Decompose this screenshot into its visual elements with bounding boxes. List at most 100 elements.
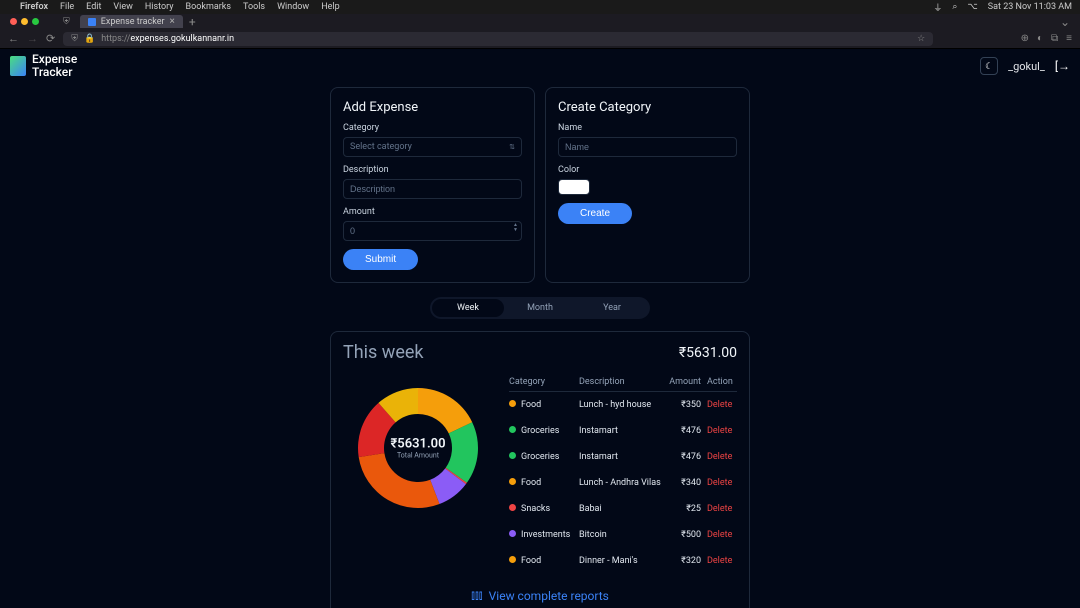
col-category: Category xyxy=(509,377,579,387)
browser-tabstrip: ⛨ Expense tracker × + ⌄ xyxy=(0,14,1080,29)
name-input[interactable] xyxy=(558,137,737,157)
week-total: ₹5631.00 xyxy=(679,345,737,361)
menu-bookmarks[interactable]: Bookmarks xyxy=(186,2,231,12)
new-tab-button[interactable]: + xyxy=(189,15,196,29)
color-picker[interactable] xyxy=(558,179,590,195)
row-description: Instamart xyxy=(579,452,661,462)
category-dot xyxy=(509,426,516,433)
table-row: Groceries Instamart ₹476 Delete xyxy=(509,418,737,444)
row-description: Instamart xyxy=(579,426,661,436)
tab-year[interactable]: Year xyxy=(576,299,648,317)
menu-firefox[interactable]: Firefox xyxy=(20,2,48,12)
week-title: This week xyxy=(343,342,424,363)
tab-week[interactable]: Week xyxy=(432,299,504,317)
browser-toolbar: ← → ⟳ ⛨ 🔒 https://expenses.gokulkannanr.… xyxy=(0,29,1080,49)
menu-file[interactable]: File xyxy=(60,2,74,12)
menu-window[interactable]: Window xyxy=(277,2,309,12)
col-amount: Amount xyxy=(661,377,701,387)
category-label: Category xyxy=(343,123,522,133)
extensions-icon[interactable]: ⧉ xyxy=(1051,33,1058,44)
row-description: Babai xyxy=(579,504,661,514)
theme-toggle-button[interactable]: ☾ xyxy=(980,57,998,75)
window-close-icon[interactable] xyxy=(10,18,17,25)
category-dot xyxy=(509,504,516,511)
table-row: Food Lunch - hyd house ₹350 Delete xyxy=(509,392,737,418)
window-minimize-icon[interactable] xyxy=(21,18,28,25)
username: _gokul_ xyxy=(1008,60,1045,73)
row-description: Dinner - Mani's xyxy=(579,556,661,566)
view-reports-link[interactable]: ⫾⫾⫾ View complete reports xyxy=(343,588,737,603)
table-row: Groceries Instamart ₹476 Delete xyxy=(509,444,737,470)
row-category: Groceries xyxy=(521,452,559,462)
delete-button[interactable]: Delete xyxy=(707,426,732,436)
back-icon[interactable]: ← xyxy=(8,32,19,45)
name-label: Name xyxy=(558,123,737,133)
forward-icon[interactable]: → xyxy=(27,32,38,45)
extension-icon[interactable]: ⊕ xyxy=(1021,33,1029,44)
delete-button[interactable]: Delete xyxy=(707,452,732,462)
row-description: Lunch - hyd house xyxy=(579,400,661,410)
donut-amount: ₹5631.00 xyxy=(390,437,445,452)
tab-title: Expense tracker xyxy=(101,17,165,27)
col-description: Description xyxy=(579,377,661,387)
star-icon[interactable]: ☆ xyxy=(917,34,925,44)
submit-button[interactable]: Submit xyxy=(343,249,418,270)
delete-button[interactable]: Delete xyxy=(707,400,732,410)
donut-slice xyxy=(359,454,440,509)
wifi-icon[interactable]: ⏚ xyxy=(933,1,942,14)
menu-view[interactable]: View xyxy=(113,2,132,12)
browser-tab[interactable]: Expense tracker × xyxy=(80,15,183,28)
logo-icon xyxy=(10,56,26,76)
create-category-card: Create Category Name Color Create xyxy=(545,87,750,283)
row-amount: ₹350 xyxy=(661,400,701,410)
shield-tracking-icon[interactable]: ⛨ xyxy=(71,34,78,44)
search-icon[interactable]: ⌕ xyxy=(952,2,957,12)
chevron-updown-icon: ⇅ xyxy=(509,143,515,151)
window-zoom-icon[interactable] xyxy=(32,18,39,25)
delete-button[interactable]: Delete xyxy=(707,556,732,566)
delete-button[interactable]: Delete xyxy=(707,478,732,488)
control-center-icon[interactable]: ⌥ xyxy=(967,2,977,12)
expenses-table: Category Description Amount Action Food … xyxy=(509,373,737,574)
shield-icon[interactable]: ⛨ xyxy=(63,17,70,27)
row-category: Food xyxy=(521,478,541,488)
add-expense-card: Add Expense Category Select category ⇅ D… xyxy=(330,87,535,283)
logout-icon[interactable]: [→ xyxy=(1055,59,1070,73)
clock[interactable]: Sat 23 Nov 11:03 AM xyxy=(988,2,1072,12)
description-input[interactable] xyxy=(343,179,522,199)
row-category: Food xyxy=(521,556,541,566)
moon-icon: ☾ xyxy=(985,61,993,72)
menu-help[interactable]: Help xyxy=(321,2,339,12)
account-icon[interactable]: ◐ xyxy=(1037,33,1043,44)
category-placeholder: Select category xyxy=(350,142,412,152)
url-bar[interactable]: ⛨ 🔒 https://expenses.gokulkannanr.in ☆ xyxy=(63,32,933,46)
category-dot xyxy=(509,530,516,537)
brand-line2: Tracker xyxy=(32,65,72,79)
category-dot xyxy=(509,478,516,485)
description-label: Description xyxy=(343,165,522,175)
amount-stepper[interactable]: ▲▼ xyxy=(513,223,518,233)
category-dot xyxy=(509,400,516,407)
menu-icon[interactable]: ≡ xyxy=(1066,33,1072,44)
url-prefix: https:// xyxy=(101,34,130,44)
create-button[interactable]: Create xyxy=(558,203,632,224)
delete-button[interactable]: Delete xyxy=(707,504,732,514)
row-amount: ₹320 xyxy=(661,556,701,566)
col-action: Action xyxy=(701,377,737,387)
tab-favicon xyxy=(88,18,96,26)
menu-history[interactable]: History xyxy=(145,2,174,12)
donut-label: Total Amount xyxy=(390,452,445,460)
category-select[interactable]: Select category ⇅ xyxy=(343,137,522,157)
reload-icon[interactable]: ⟳ xyxy=(46,32,55,45)
url-domain: expenses.gokulkannanr.in xyxy=(130,34,234,44)
close-icon[interactable]: × xyxy=(170,16,175,27)
category-dot xyxy=(509,452,516,459)
brand-logo[interactable]: ExpenseTracker xyxy=(10,53,77,79)
amount-input[interactable] xyxy=(343,221,522,241)
delete-button[interactable]: Delete xyxy=(707,530,732,540)
tabs-dropdown-icon[interactable]: ⌄ xyxy=(1060,15,1076,29)
menu-tools[interactable]: Tools xyxy=(243,2,265,12)
color-label: Color xyxy=(558,165,737,175)
menu-edit[interactable]: Edit xyxy=(86,2,101,12)
tab-month[interactable]: Month xyxy=(504,299,576,317)
